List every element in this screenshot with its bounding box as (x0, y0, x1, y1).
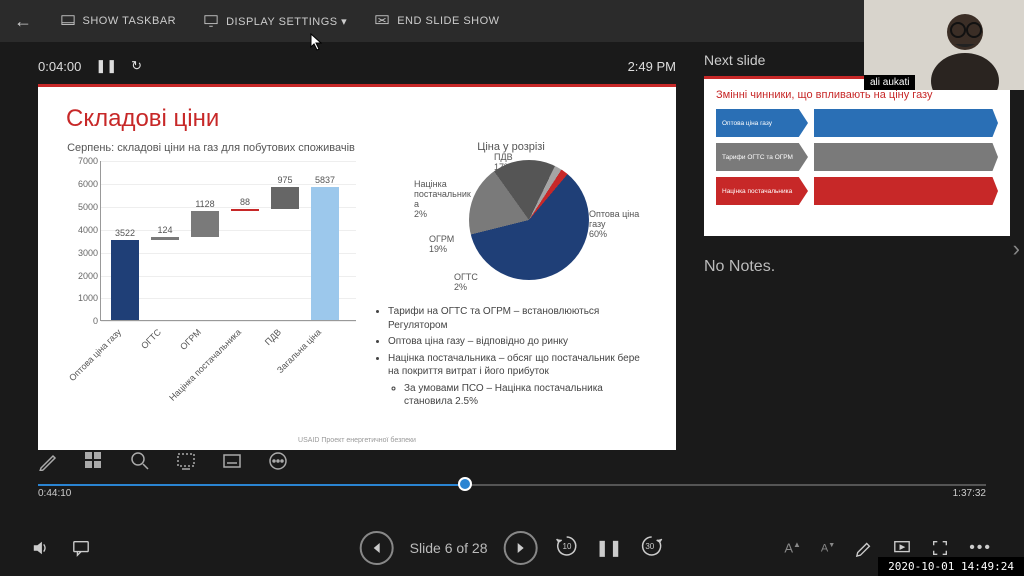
end-slideshow-label: END SLIDE SHOW (397, 15, 499, 27)
system-datetime: 2020-10-01 14:49:24 (878, 557, 1024, 576)
zoom-icon[interactable] (130, 451, 150, 471)
speaker-notes: No Notes. (704, 258, 1010, 276)
show-taskbar-label: SHOW TASKBAR (83, 15, 177, 27)
prev-slide-button[interactable] (360, 531, 394, 565)
present-icon[interactable] (893, 539, 911, 557)
progress-track[interactable] (38, 474, 986, 494)
next-slide-title: Змінні чинники, що впливають на ціну газ… (716, 89, 998, 101)
current-position: 0:44:10 (38, 488, 71, 499)
grid-view-icon[interactable] (84, 451, 104, 471)
volume-icon[interactable] (32, 539, 50, 557)
sub-bullet-item: За умовами ПСО – Націнка постачальника с… (404, 382, 648, 409)
pie-chart: Оптова ціна газу 60%ОГРМ 19%ПДВ 17%Націн… (374, 155, 648, 295)
bullet-item: Націнка постачальника – обсяг що постача… (388, 352, 648, 379)
blank-screen-icon[interactable] (176, 451, 196, 471)
slide-bullets: Тарифи на ОГТС та ОГРМ – встановлюються … (374, 305, 648, 409)
show-taskbar-button[interactable]: SHOW TASKBAR (61, 14, 177, 28)
display-settings-button[interactable]: DISPLAY SETTINGS ▾ (204, 14, 347, 28)
edit-icon[interactable] (855, 539, 873, 557)
next-chevron-icon[interactable]: › (1013, 236, 1020, 262)
video-scrubber: 0:44:10 1:37:32 (0, 448, 1024, 496)
taskbar-icon (61, 14, 75, 28)
next-slide-button[interactable] (504, 531, 538, 565)
elapsed-time: 0:04:00 (38, 59, 81, 74)
pause-playback-icon[interactable]: ❚❚ (596, 538, 623, 558)
slide-footer: USAID Проект енергетичної безпеки (298, 437, 416, 444)
back-arrow-icon[interactable]: ← (14, 11, 33, 32)
current-slide: Складові ціни Серпень: складові ціни на … (38, 84, 676, 450)
presenter-name: ali aukati (864, 75, 915, 90)
more-tools-icon[interactable] (268, 451, 288, 471)
display-settings-label: DISPLAY SETTINGS ▾ (226, 15, 347, 28)
chat-icon[interactable] (72, 539, 90, 557)
display-icon (204, 14, 218, 28)
presenter-silhouette (920, 6, 1010, 90)
bullet-item: Тарифи на ОГТС та ОГРМ – встановлюються … (388, 305, 648, 332)
slide-timer-bar: 0:04:00 ❚❚ ↻ 2:49 PM (38, 52, 676, 80)
restart-timer-icon[interactable]: ↻ (131, 58, 142, 74)
bullet-item: Оптова ціна газу – відповідно до ринку (388, 335, 648, 349)
next-slide-preview[interactable]: Змінні чинники, що впливають на ціну газ… (704, 76, 1010, 236)
clock-time: 2:49 PM (628, 59, 676, 74)
slide-title: Складові ціни (66, 105, 648, 133)
bar-chart-title: Серпень: складові ціни на газ для побуто… (66, 141, 356, 155)
font-decrease-icon[interactable]: A▼ (821, 542, 835, 555)
end-slideshow-button[interactable]: END SLIDE SHOW (375, 14, 499, 28)
slide-counter: Slide 6 of 28 (410, 540, 488, 556)
playback-bar: Slide 6 of 28 10 ❚❚ 30 A▲ A▼ ••• (0, 520, 1024, 576)
skip-back-button[interactable]: 10 (554, 533, 580, 564)
pause-timer-icon[interactable]: ❚❚ (95, 58, 117, 74)
end-show-icon (375, 14, 389, 28)
compress-icon[interactable] (931, 539, 949, 557)
font-increase-icon[interactable]: A▲ (784, 540, 801, 555)
pen-tool-icon[interactable] (38, 451, 58, 471)
webcam-overlay: ali aukati (864, 0, 1024, 90)
subtitle-icon[interactable] (222, 451, 242, 471)
more-icon[interactable]: ••• (969, 539, 992, 557)
total-duration: 1:37:32 (953, 488, 986, 499)
skip-forward-button[interactable]: 30 (638, 533, 664, 564)
waterfall-bar-chart: 01000200030004000500060007000 3522124112… (66, 161, 356, 361)
